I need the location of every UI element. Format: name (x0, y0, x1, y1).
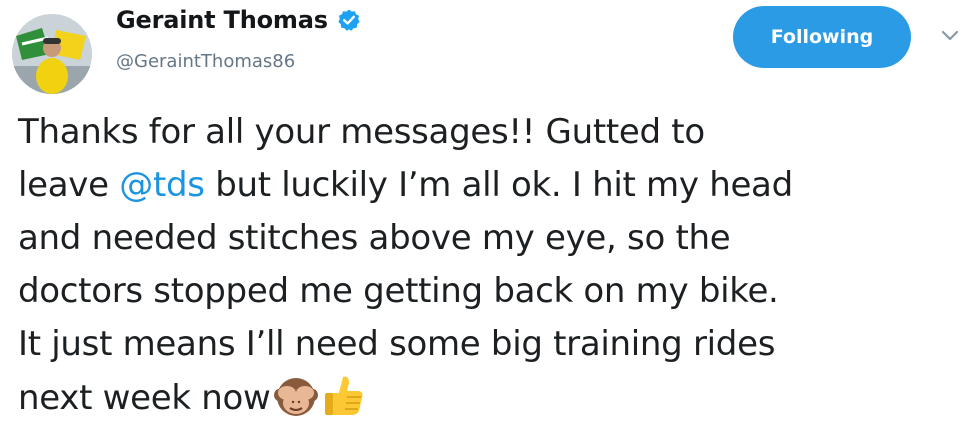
user-handle[interactable]: @GeraintThomas86 (116, 51, 295, 72)
tweet-line: It just means I’ll need some big trainin… (18, 324, 776, 364)
tweet-line: Thanks for all your messages!! Gutted to (18, 112, 705, 152)
tweet-line: next week now (18, 371, 968, 425)
display-name[interactable]: Geraint Thomas (116, 6, 328, 34)
tweet-line: leave @tds but luckily I’m all ok. I hit… (18, 159, 968, 212)
thumbs-up-icon (324, 376, 363, 415)
mention-link[interactable]: @tds (119, 165, 205, 205)
tweet-line: doctors stopped me getting back on my bi… (18, 271, 779, 311)
tweet-line: and needed stitches above my eye, so the (18, 218, 731, 258)
following-button[interactable]: Following (733, 6, 911, 68)
author-name-row: Geraint Thomas (116, 6, 361, 34)
tweet-card: Geraint Thomas @GeraintThomas86 Followin… (0, 0, 976, 437)
chevron-down-icon[interactable] (939, 28, 961, 44)
tweet-line-text: next week now (18, 378, 271, 418)
verified-badge-icon (338, 9, 360, 31)
avatar[interactable] (12, 14, 92, 94)
see-no-evil-monkey-icon (273, 378, 318, 416)
avatar-photo-icon (12, 14, 92, 94)
tweet-line-prefix: leave (18, 165, 120, 205)
tweet-text: Thanks for all your messages!! Gutted to… (18, 106, 968, 425)
tweet-line-rest: but luckily I’m all ok. I hit my head (215, 165, 793, 205)
